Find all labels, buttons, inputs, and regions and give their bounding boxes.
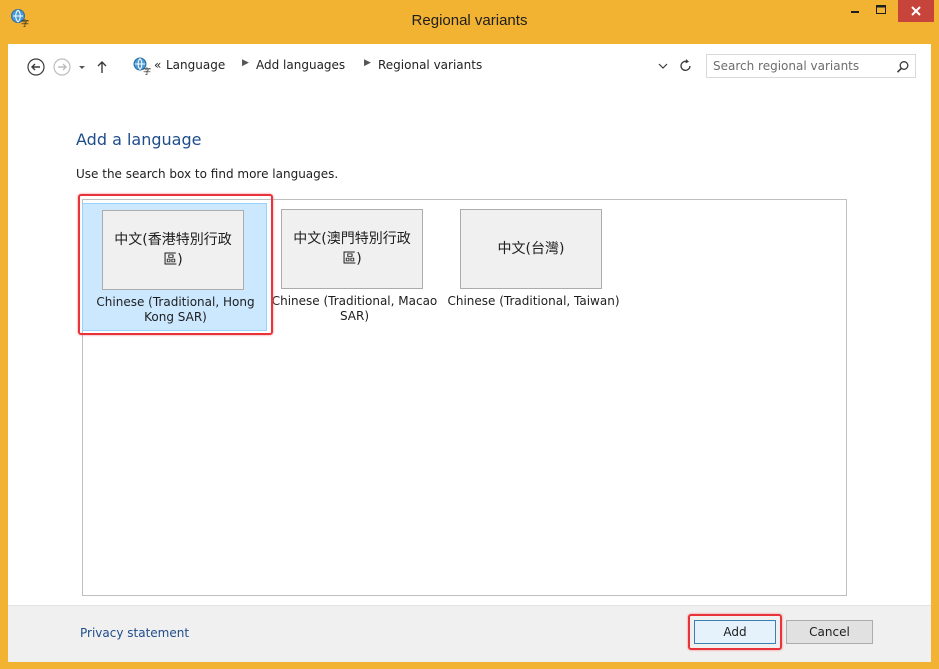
title-bar[interactable]: 字 Regional variants bbox=[0, 0, 939, 44]
breadcrumb-overflow[interactable]: « bbox=[154, 58, 161, 72]
language-tile-native-name[interactable]: 中文(台灣) bbox=[460, 209, 602, 289]
refresh-button[interactable] bbox=[678, 57, 694, 75]
language-tile-hong-kong[interactable]: 中文(香港特別行政區) Chinese (Traditional, Hong K… bbox=[82, 203, 267, 331]
breadcrumb-add-languages[interactable]: Add languages bbox=[256, 58, 345, 72]
address-bar[interactable]: 字 « Language ▶ Add languages ▶ Regional … bbox=[132, 54, 700, 78]
location-language-icon: 字 bbox=[132, 56, 152, 76]
dialog-window: 字 Regional variants 字 « Language ▶ Add l… bbox=[0, 0, 939, 669]
add-button[interactable]: Add bbox=[694, 620, 776, 644]
address-bar-row: 字 « Language ▶ Add languages ▶ Regional … bbox=[8, 44, 931, 88]
address-dropdown-button[interactable] bbox=[656, 58, 670, 74]
language-tile-label: Chinese (Traditional, Taiwan) bbox=[447, 294, 620, 308]
recent-dropdown-icon bbox=[79, 66, 85, 69]
maximize-icon bbox=[876, 5, 886, 14]
language-variant-list[interactable]: 中文(香港特別行政區) Chinese (Traditional, Hong K… bbox=[82, 199, 847, 596]
up-button[interactable] bbox=[94, 57, 110, 77]
close-button[interactable] bbox=[898, 0, 934, 22]
recent-locations-button[interactable] bbox=[76, 57, 88, 77]
language-tile-label: Chinese (Traditional, Hong Kong SAR) bbox=[96, 295, 255, 324]
breadcrumb-separator-icon[interactable]: ▶ bbox=[242, 58, 249, 68]
back-arrow-icon bbox=[27, 58, 45, 76]
page-title: Add a language bbox=[76, 130, 202, 149]
cancel-button[interactable]: Cancel bbox=[786, 620, 873, 644]
search-input[interactable] bbox=[713, 57, 883, 75]
forward-button[interactable] bbox=[52, 57, 72, 77]
dialog-footer: Privacy statement Add Cancel bbox=[8, 605, 931, 662]
privacy-statement-link[interactable]: Privacy statement bbox=[80, 626, 189, 640]
back-button[interactable] bbox=[26, 57, 46, 77]
up-arrow-icon bbox=[97, 61, 107, 73]
dialog-client-area: 字 « Language ▶ Add languages ▶ Regional … bbox=[8, 44, 931, 662]
minimize-button[interactable] bbox=[842, 0, 868, 22]
dropdown-chevron-icon bbox=[658, 63, 668, 69]
instruction-text: Use the search box to find more language… bbox=[76, 167, 339, 181]
forward-arrow-icon bbox=[53, 58, 71, 76]
breadcrumb-separator-icon[interactable]: ▶ bbox=[364, 58, 371, 68]
maximize-button[interactable] bbox=[868, 0, 894, 22]
language-tile-native-name[interactable]: 中文(香港特別行政區) bbox=[102, 210, 244, 290]
search-box[interactable] bbox=[706, 54, 916, 78]
minimize-icon bbox=[851, 11, 859, 13]
refresh-icon bbox=[680, 59, 691, 71]
breadcrumb-language[interactable]: Language bbox=[166, 58, 225, 72]
language-tile-taiwan[interactable]: 中文(台灣) Chinese (Traditional, Taiwan) bbox=[441, 203, 626, 331]
svg-text:字: 字 bbox=[143, 66, 151, 76]
language-tile-native-name[interactable]: 中文(澳門特別行政區) bbox=[281, 209, 423, 289]
search-icon[interactable] bbox=[896, 59, 910, 73]
language-tile-macao[interactable]: 中文(澳門特別行政區) Chinese (Traditional, Macao … bbox=[262, 203, 447, 331]
language-tile-label: Chinese (Traditional, Macao SAR) bbox=[271, 294, 438, 323]
breadcrumb-regional-variants[interactable]: Regional variants bbox=[378, 58, 482, 72]
close-icon bbox=[911, 6, 921, 16]
window-title: Regional variants bbox=[411, 12, 528, 29]
